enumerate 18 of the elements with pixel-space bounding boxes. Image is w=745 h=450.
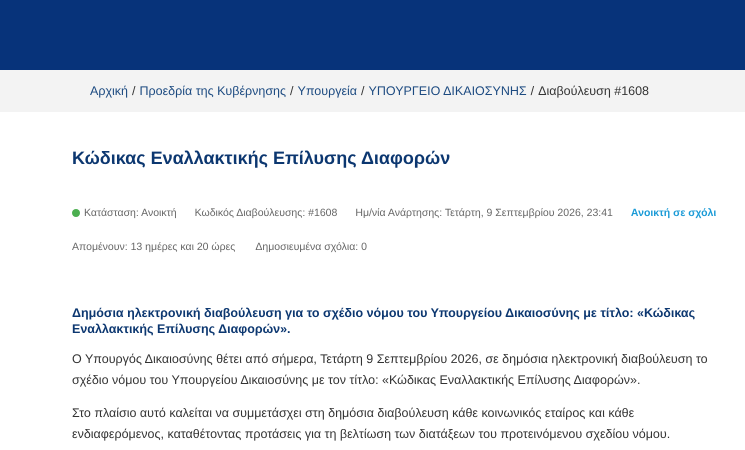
body-paragraph: Ο Υπουργός Δικαιοσύνης θέτει από σήμερα, Τετάρτη 9 Σεπτεμβρίου 2026, σε δημόσια ηλεκτρονική διαβούλευση το σχέδιο νόμου του Υπουργείου Δικαιοσύνης με τον τίτλο: «Κώδικας Εναλλακτικής Επίλυσης Διαφορών».	[72, 351, 709, 389]
status-text: Κατάσταση: Ανοικτή	[84, 207, 177, 219]
breadcrumb-separator: /	[290, 84, 294, 98]
lead-paragraph: Δημόσια ηλεκτρονική διαβούλευση για το σχέδιο νόμου του Υπουργείου Δικαιοσύνης με τίτλο: «Κώδικας Εναλλακτικής Επίλυσης Διαφορών».	[72, 305, 696, 337]
breadcrumb-current: Διαβούλευση #1608	[538, 84, 649, 98]
breadcrumb-link[interactable]: Αρχική	[90, 84, 128, 98]
breadcrumb-separator: /	[361, 84, 365, 98]
body-paragraph: Στο πλαίσιο αυτό καλείται να συμμετάσχει στη δημόσια διαβούλευση κάθε κοινωνικός εταίρος και κάθε ενδιαφερόμενος, καταθέτοντας προτάσεις για τη βελτίωση των διατάξεων του προτεινόμενου σχεδίου νόμου.	[72, 405, 672, 443]
page-title: Κώδικας Εναλλακτικής Επίλυσης Διαφορών	[72, 148, 452, 169]
breadcrumb-link[interactable]: Προεδρία της Κυβέρνησης	[139, 84, 286, 98]
breadcrumb-link[interactable]: Υπουργεία	[298, 84, 358, 98]
meta-text: Κωδικός Διαβούλευσης: #1608	[194, 207, 338, 219]
meta-text: Δημοσιευμένα σχόλια: 0	[255, 241, 367, 253]
meta-text: Απομένουν: 13 ημέρες και 20 ώρες	[72, 241, 236, 253]
meta-text: Ημ/νία Ανάρτησης: Τετάρτη, 9 Σεπτεμβρίου 2026, 23:41	[355, 207, 613, 219]
breadcrumb-link[interactable]: ΥΠΟΥΡΓΕΙΟ ΔΙΚΑΙΟΣΥΝΗΣ	[368, 84, 527, 98]
breadcrumb-separator: /	[132, 84, 136, 98]
breadcrumb-separator: /	[530, 84, 534, 98]
